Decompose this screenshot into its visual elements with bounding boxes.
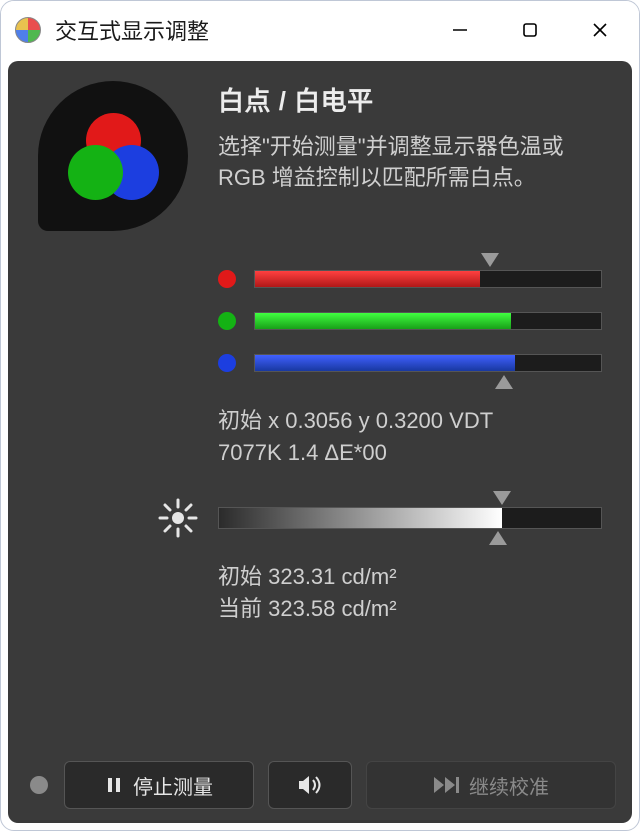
record-indicator-icon: [30, 776, 48, 794]
continue-button-label: 继续校准: [469, 771, 549, 800]
brightness-bar[interactable]: [218, 507, 602, 529]
brightness-line2: 当前 323.58 cd/m²: [218, 596, 397, 621]
minimize-button[interactable]: [425, 7, 495, 53]
speaker-icon: [297, 774, 323, 796]
app-icon: [15, 17, 41, 43]
maximize-button[interactable]: [495, 7, 565, 53]
red-bar-row: [218, 267, 602, 291]
green-bar-row: [218, 309, 602, 333]
window-title: 交互式显示调整: [55, 14, 209, 46]
rgb-bottom-marker-icon: [495, 375, 513, 389]
readout-line1: 初始 x 0.3056 y 0.3200 VDT: [218, 408, 493, 433]
brightness-bar-wrap: [218, 489, 602, 547]
hero-row: 白点 / 白电平 选择"开始测量"并调整显示器色温或 RGB 增益控制以匹配所需…: [8, 61, 632, 231]
page-instructions: 选择"开始测量"并调整显示器色温或 RGB 增益控制以匹配所需白点。: [218, 132, 602, 194]
rgb-teardrop-icon: [38, 81, 188, 231]
green-bar[interactable]: [254, 312, 602, 330]
footer-bar: 停止测量 继续校准: [8, 761, 632, 809]
content-panel: 白点 / 白电平 选择"开始测量"并调整显示器色温或 RGB 增益控制以匹配所需…: [8, 61, 632, 823]
skip-forward-icon: [433, 776, 459, 794]
stop-button-label: 停止测量: [133, 771, 213, 800]
minimize-icon: [451, 21, 469, 39]
continue-calibration-button[interactable]: 继续校准: [366, 761, 616, 809]
instruction-line1: 选择"开始测量"并调整显示器色温或: [218, 134, 564, 159]
red-bar[interactable]: [254, 270, 602, 288]
red-dot-icon: [218, 270, 236, 288]
brightness-readout: 初始 323.31 cd/m² 当前 323.58 cd/m²: [218, 561, 602, 625]
close-icon: [591, 21, 609, 39]
blue-bar-row: [218, 351, 602, 375]
stop-measure-button[interactable]: 停止测量: [64, 761, 254, 809]
maximize-icon: [521, 21, 539, 39]
instruction-line2: RGB 增益控制以匹配所需白点。: [218, 165, 536, 190]
green-bar-fill: [255, 313, 511, 329]
rgb-top-marker-icon: [481, 253, 499, 267]
blue-dot-icon: [218, 354, 236, 372]
readout-line2: 7077K 1.4 ΔE*00: [218, 440, 387, 465]
brightness-row: [158, 489, 602, 547]
brightness-bottom-marker-icon: [489, 531, 507, 545]
pause-icon: [105, 776, 123, 794]
brightness-icon: [158, 498, 198, 538]
brightness-fill: [219, 508, 502, 528]
brightness-top-marker-icon: [493, 491, 511, 505]
page-title: 白点 / 白电平: [218, 81, 602, 118]
titlebar: 交互式显示调整: [1, 1, 639, 58]
close-button[interactable]: [565, 7, 635, 53]
sound-button[interactable]: [268, 761, 352, 809]
brightness-line1: 初始 323.31 cd/m²: [218, 564, 397, 589]
rgb-bars: [218, 267, 602, 375]
blue-bar-fill: [255, 355, 515, 371]
whitepoint-readout: 初始 x 0.3056 y 0.3200 VDT 7077K 1.4 ΔE*00: [218, 405, 602, 469]
green-dot-icon: [218, 312, 236, 330]
blue-bar[interactable]: [254, 354, 602, 372]
window: 交互式显示调整 白点 / 白电平 选择": [0, 0, 640, 831]
red-bar-fill: [255, 271, 480, 287]
